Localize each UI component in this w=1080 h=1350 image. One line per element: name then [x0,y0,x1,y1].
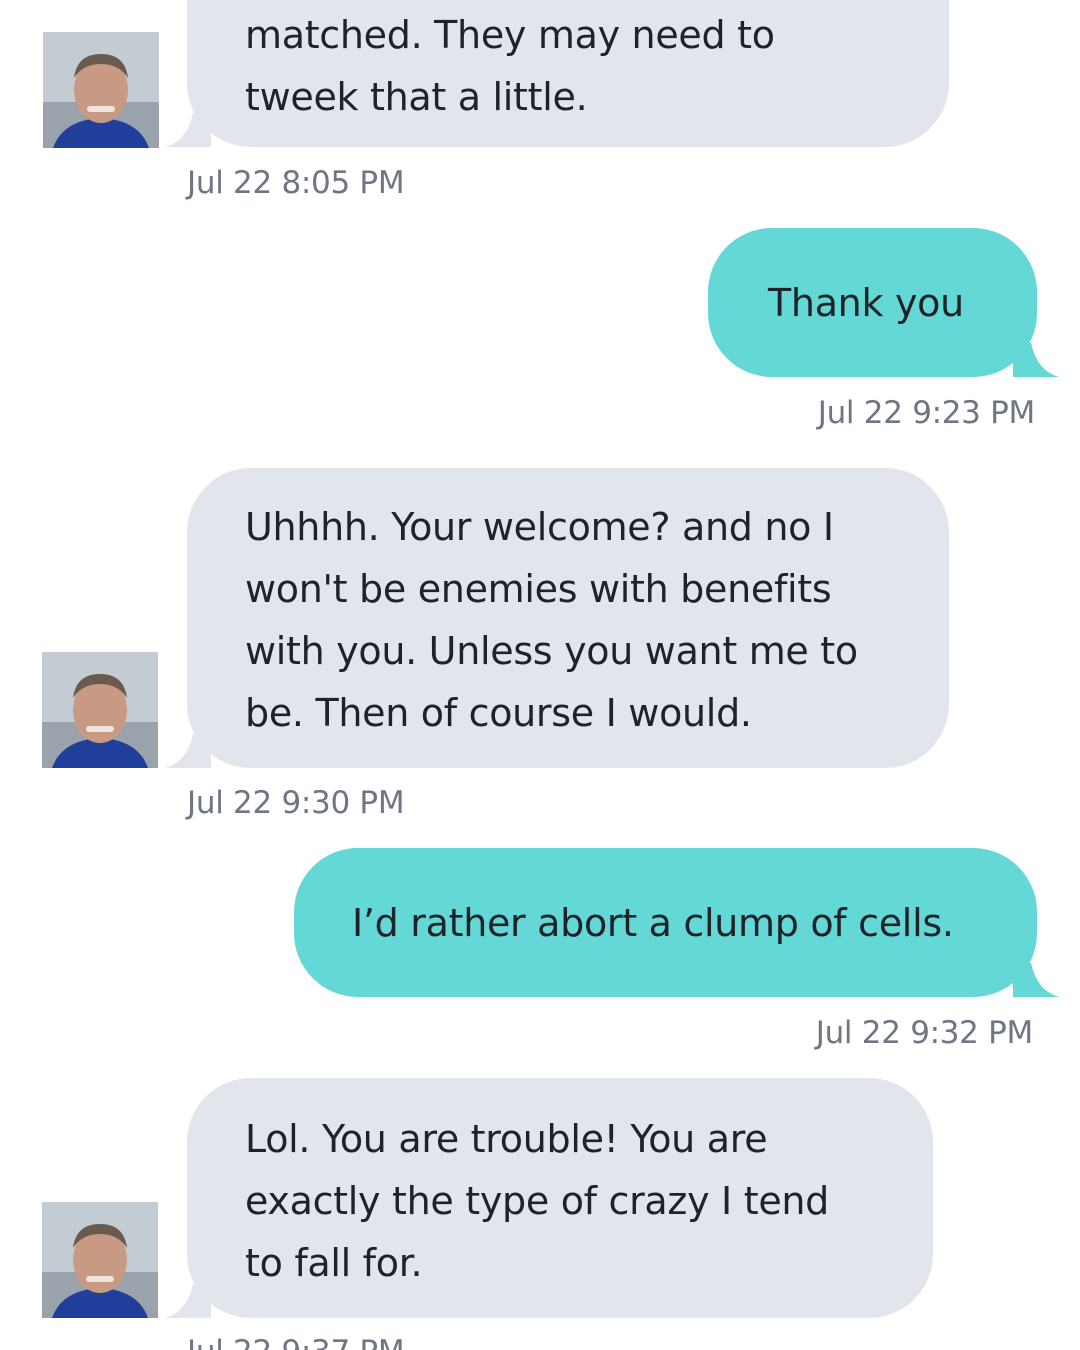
bubble-tail-icon [1013,343,1059,377]
profile-photo-icon [42,1202,158,1318]
message-timestamp: Jul 22 8:05 PM [187,165,405,201]
message-timestamp: Jul 22 9:37 PM [187,1334,405,1350]
message-bubble-incoming[interactable]: Uhhhh. Your welcome? and no I won't be e… [165,468,949,768]
message-text: I’d rather abort a clump of cells. [352,901,954,945]
sender-avatar[interactable] [42,652,158,768]
message-bubble-outgoing[interactable]: I’d rather abort a clump of cells. [294,848,1059,997]
message-bubble-outgoing[interactable]: Thank you [708,228,1059,377]
bubble-tail-icon [165,1284,211,1318]
message-bubble-incoming[interactable]: Lol. You are trouble! You are exactly th… [165,1078,933,1318]
message-timestamp: Jul 22 9:30 PM [187,785,405,821]
message-timestamp: Jul 22 9:32 PM [815,1015,1034,1051]
bubble-tail-icon [165,113,211,147]
bubble-tail-icon [1013,963,1059,997]
message-text: Lol. You are trouble! You are exactly th… [245,1117,830,1285]
message-bubble-incoming[interactable]: matched. They may need to tweek that a l… [165,0,949,147]
profile-photo-icon [42,652,158,768]
message-text: matched. They may need to tweek that a l… [245,13,775,119]
message-timestamp: Jul 22 9:23 PM [817,395,1036,431]
profile-photo-icon [43,32,159,148]
bubble-tail-icon [165,734,211,768]
sender-avatar[interactable] [43,32,159,148]
message-text: Thank you [768,281,964,325]
message-text: Uhhhh. Your welcome? and no I won't be e… [245,505,858,735]
sender-avatar[interactable] [42,1202,158,1318]
